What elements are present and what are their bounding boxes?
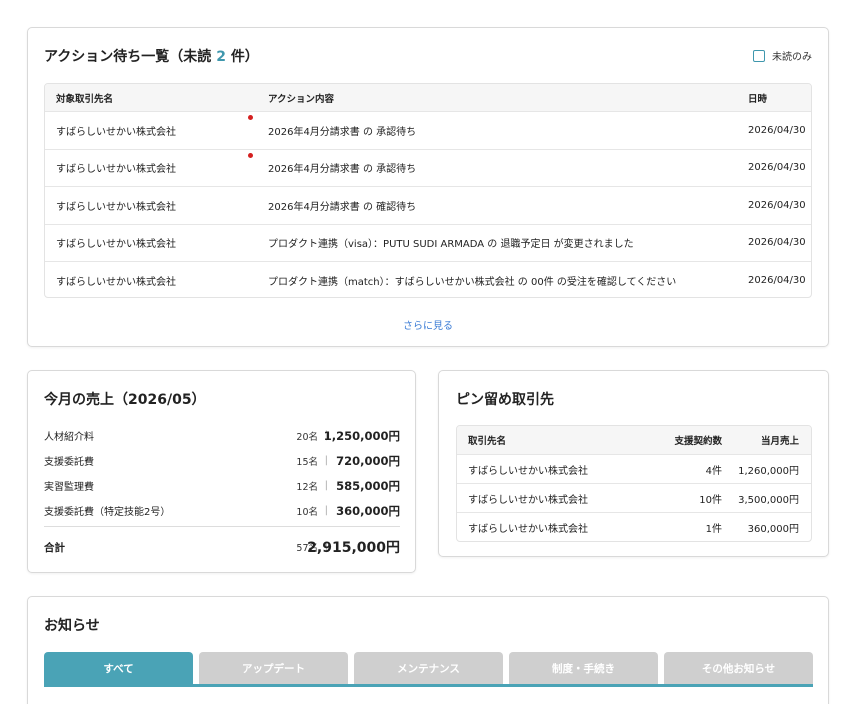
row-date: 2026/04/30 <box>748 162 806 174</box>
action-list-title: アクション待ち一覧（未読 2 件） <box>44 49 259 65</box>
list-item: 支援委託費（特定技能2号） 10名 | 360,000円 <box>44 498 400 523</box>
client-sales: 360,000円 <box>747 524 799 535</box>
sales-item-label: 人材紹介料 <box>44 432 94 443</box>
client-name: すばらしいせかい株式会社 <box>468 494 588 506</box>
client-contracts: 10件 <box>699 494 722 506</box>
client-name: すばらしいせかい株式会社 <box>468 465 588 477</box>
client-sales: 3,500,000円 <box>738 494 799 506</box>
sales-item-label: 支援委託費（特定技能2号） <box>44 507 171 518</box>
tab-procedures[interactable]: 制度・手続き <box>509 652 658 684</box>
col-header-date: 日時 <box>748 93 768 105</box>
row-company: すばらしいせかい株式会社 <box>56 239 176 251</box>
sales-item-amount: 720,000円 <box>336 453 400 468</box>
monthly-sales-card: 今月の売上（2026/05） 人材紹介料 20名 | 1,250,000円 支援… <box>27 370 416 573</box>
unread-count: 2 <box>216 49 226 65</box>
news-card: お知らせ すべて アップデート メンテナンス 制度・手続き その他お知らせ <box>27 596 829 704</box>
sales-separator: | <box>324 480 328 491</box>
table-row[interactable]: すばらしいせかい株式会社 1件 360,000円 <box>457 513 811 541</box>
row-action: 2026年4月分請求書 の 確認待ち <box>268 201 417 213</box>
row-date: 2026/04/30 <box>748 124 806 136</box>
row-action: 2026年4月分請求書 の 承認待ち <box>268 164 417 176</box>
tab-all[interactable]: すべて <box>44 652 193 684</box>
table-row[interactable]: すばらしいせかい株式会社 10件 3,500,000円 <box>457 484 811 513</box>
tab-maintenance[interactable]: メンテナンス <box>354 652 503 684</box>
row-action: プロダクト連携（match）：すばらしいせかい株式会社 の 00件 の受注を確認… <box>268 277 677 289</box>
sales-total: 合計 57名 | 2,915,000円 <box>44 535 400 559</box>
sales-separator: | <box>324 505 328 516</box>
client-name: すばらしいせかい株式会社 <box>468 524 588 535</box>
list-item: 人材紹介料 20名 | 1,250,000円 <box>44 423 400 448</box>
action-list-card: アクション待ち一覧（未読 2 件） 未読のみ 対象取引先名 アクション内容 日時… <box>27 27 829 347</box>
unread-only-toggle[interactable]: 未読のみ <box>753 48 812 63</box>
unread-dot <box>248 115 253 120</box>
row-action: 2026年4月分請求書 の 承認待ち <box>268 126 417 138</box>
sales-total-label: 合計 <box>44 541 65 554</box>
sales-item-count: 12名 <box>296 481 318 493</box>
row-company: すばらしいせかい株式会社 <box>56 164 176 176</box>
tab-updates[interactable]: アップデート <box>199 652 348 684</box>
tab-other-news[interactable]: その他お知らせ <box>664 652 813 684</box>
news-title: お知らせ <box>44 618 100 634</box>
client-sales: 1,260,000円 <box>738 465 799 477</box>
col-header-company: 対象取引先名 <box>56 93 114 105</box>
sales-item-count: 20名 <box>296 431 318 443</box>
pinned-table-header: 取引先名 支援契約数 当月売上 <box>457 426 811 455</box>
news-tabs: すべて アップデート メンテナンス 制度・手続き その他お知らせ <box>44 652 813 687</box>
sales-list: 人材紹介料 20名 | 1,250,000円 支援委託費 15名 | 720,0… <box>44 423 400 523</box>
pinned-clients-title: ピン留め取引先 <box>456 392 554 408</box>
unread-dot <box>248 152 253 158</box>
unread-only-checkbox[interactable] <box>753 49 765 62</box>
col-header-action: アクション内容 <box>268 93 335 105</box>
sales-item-amount: 360,000円 <box>336 503 400 518</box>
table-row[interactable]: すばらしいせかい株式会社 2026年4月分請求書 の 確認待ち 2026/04/… <box>45 187 811 225</box>
sales-item-count: 15名 <box>296 456 318 468</box>
list-item: 支援委託費 15名 | 720,000円 <box>44 448 400 473</box>
col-header-contracts: 支援契約数 <box>674 436 722 447</box>
table-row[interactable]: すばらしいせかい株式会社 2026年4月分請求書 の 承認待ち 2026/04/… <box>45 150 811 187</box>
col-header-monthly-sales: 当月売上 <box>760 436 799 447</box>
sales-item-label: 実習監理費 <box>44 482 94 493</box>
row-company: すばらしいせかい株式会社 <box>56 277 176 289</box>
monthly-sales-title: 今月の売上（2026/05） <box>44 392 206 408</box>
action-table: 対象取引先名 アクション内容 日時 すばらしいせかい株式会社 2026年4月分請… <box>44 83 812 298</box>
unread-only-label: 未読のみ <box>772 52 812 63</box>
row-action: プロダクト連携（visa）：PUTU SUDI ARMADA の 退職予定日 が… <box>268 239 634 251</box>
sales-item-amount: 585,000円 <box>336 478 400 493</box>
sales-divider <box>44 526 400 527</box>
sales-item-count: 10名 <box>296 506 318 518</box>
row-company: すばらしいせかい株式会社 <box>56 126 176 138</box>
pinned-clients-table: 取引先名 支援契約数 当月売上 すばらしいせかい株式会社 4件 1,260,00… <box>456 425 812 542</box>
sales-item-label: 支援委託費 <box>44 457 94 468</box>
action-table-header: 対象取引先名 アクション内容 日時 <box>45 84 811 112</box>
row-date: 2026/04/30 <box>748 237 806 249</box>
client-contracts: 1件 <box>705 524 722 535</box>
sales-separator: | <box>324 455 328 466</box>
table-row[interactable]: すばらしいせかい株式会社 4件 1,260,000円 <box>457 455 811 484</box>
pinned-clients-card: ピン留め取引先 取引先名 支援契約数 当月売上 すばらしいせかい株式会社 4件 … <box>438 370 829 557</box>
table-row[interactable]: すばらしいせかい株式会社 プロダクト連携（visa）：PUTU SUDI ARM… <box>45 225 811 262</box>
row-date: 2026/04/30 <box>748 275 806 287</box>
sales-total-amount: 2,915,000円 <box>307 540 400 556</box>
list-item: 実習監理費 12名 | 585,000円 <box>44 473 400 498</box>
row-date: 2026/04/30 <box>748 199 806 211</box>
col-header-client-name: 取引先名 <box>468 436 507 447</box>
sales-item-amount: 1,250,000円 <box>323 428 400 443</box>
table-row[interactable]: すばらしいせかい株式会社 プロダクト連携（match）：すばらしいせかい株式会社… <box>45 262 811 297</box>
table-row[interactable]: すばらしいせかい株式会社 2026年4月分請求書 の 承認待ち 2026/04/… <box>45 112 811 150</box>
see-more-link[interactable]: さらに見る <box>28 317 828 332</box>
row-company: すばらしいせかい株式会社 <box>56 201 176 213</box>
client-contracts: 4件 <box>705 465 722 477</box>
